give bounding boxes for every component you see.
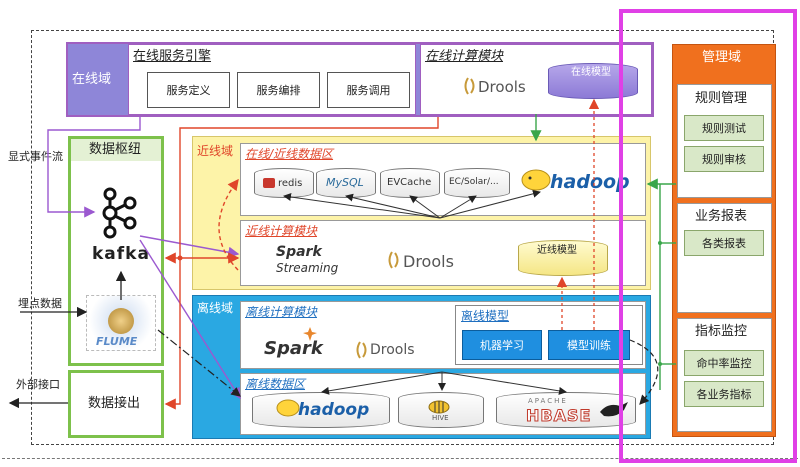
- kafka-to-offline-line: [139, 239, 241, 400]
- offline-dashed-curve: [629, 339, 659, 405]
- online-to-kafka-line: [47, 117, 141, 218]
- flume-to-offline-line: [157, 329, 241, 397]
- online-compute-red-line: [179, 117, 439, 258]
- highlight-rectangle: [619, 9, 797, 463]
- nearline-red-curve: [218, 178, 239, 271]
- red-to-offline-line: [164, 258, 181, 410]
- kafka-to-nearline-line: [139, 235, 240, 258]
- connector-overlay: [8, 9, 797, 463]
